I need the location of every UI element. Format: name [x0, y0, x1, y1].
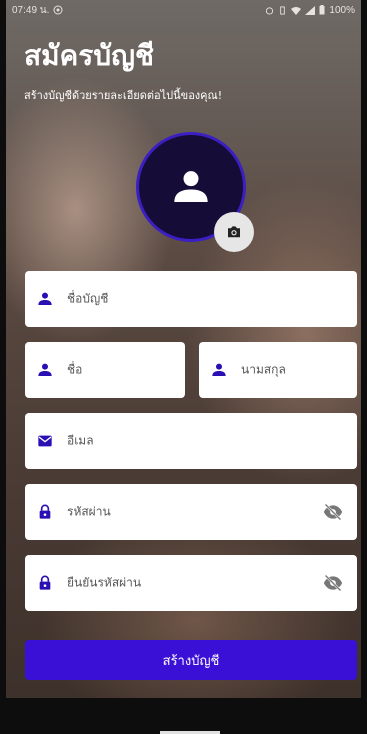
last-name-placeholder: นามสกุล — [241, 362, 286, 377]
last-name-field[interactable]: นามสกุล — [199, 342, 357, 398]
status-time: 07:49 น. — [12, 4, 50, 16]
lock-icon — [39, 504, 51, 519]
eye-off-icon[interactable] — [323, 573, 343, 593]
notification-icon — [53, 5, 63, 15]
first-name-placeholder: ชื่อ — [67, 362, 83, 377]
status-left: 07:49 น. — [12, 3, 63, 18]
confirm-password-field[interactable]: ยืนยันรหัสผ่าน — [25, 555, 357, 611]
battery-level: 100% — [329, 4, 355, 16]
user-icon — [38, 292, 52, 305]
email-field[interactable]: อีเมล — [25, 413, 357, 469]
first-name-field[interactable]: ชื่อ — [25, 342, 185, 398]
camera-icon — [228, 226, 240, 238]
user-icon — [212, 363, 226, 376]
change-photo-button[interactable] — [214, 212, 254, 252]
navigation-bar — [0, 698, 367, 734]
username-field[interactable]: ชื่อบัญชี — [25, 271, 357, 327]
mail-icon — [38, 435, 52, 447]
username-placeholder: ชื่อบัญชี — [67, 291, 109, 306]
create-account-button[interactable]: สร้างบัญชี — [25, 640, 357, 680]
user-icon — [38, 363, 52, 376]
status-right: 100% — [265, 5, 355, 16]
user-icon — [174, 171, 208, 202]
email-placeholder: อีเมล — [67, 433, 94, 448]
page-title: สมัครบัญชี — [24, 39, 154, 72]
signup-screen: 07:49 น. 100% สมัครบัญชี สร้างบัญชีด้วยร… — [6, 0, 361, 734]
password-field[interactable]: รหัสผ่าน — [25, 484, 357, 540]
battery-icon — [319, 5, 325, 15]
page-subtitle: สร้างบัญชีด้วยรายละเอียดต่อไปนี้ของคุณ! — [24, 89, 223, 102]
eye-off-icon[interactable] — [323, 502, 343, 522]
alarm-icon — [266, 6, 274, 15]
signal-icon — [305, 5, 316, 15]
password-placeholder: รหัสผ่าน — [67, 504, 111, 519]
confirm-password-placeholder: ยืนยันรหัสผ่าน — [67, 575, 142, 590]
status-bar: 07:49 น. 100% — [6, 0, 361, 20]
vibrate-icon — [280, 5, 286, 15]
wifi-icon — [291, 6, 302, 15]
lock-icon — [39, 575, 51, 590]
